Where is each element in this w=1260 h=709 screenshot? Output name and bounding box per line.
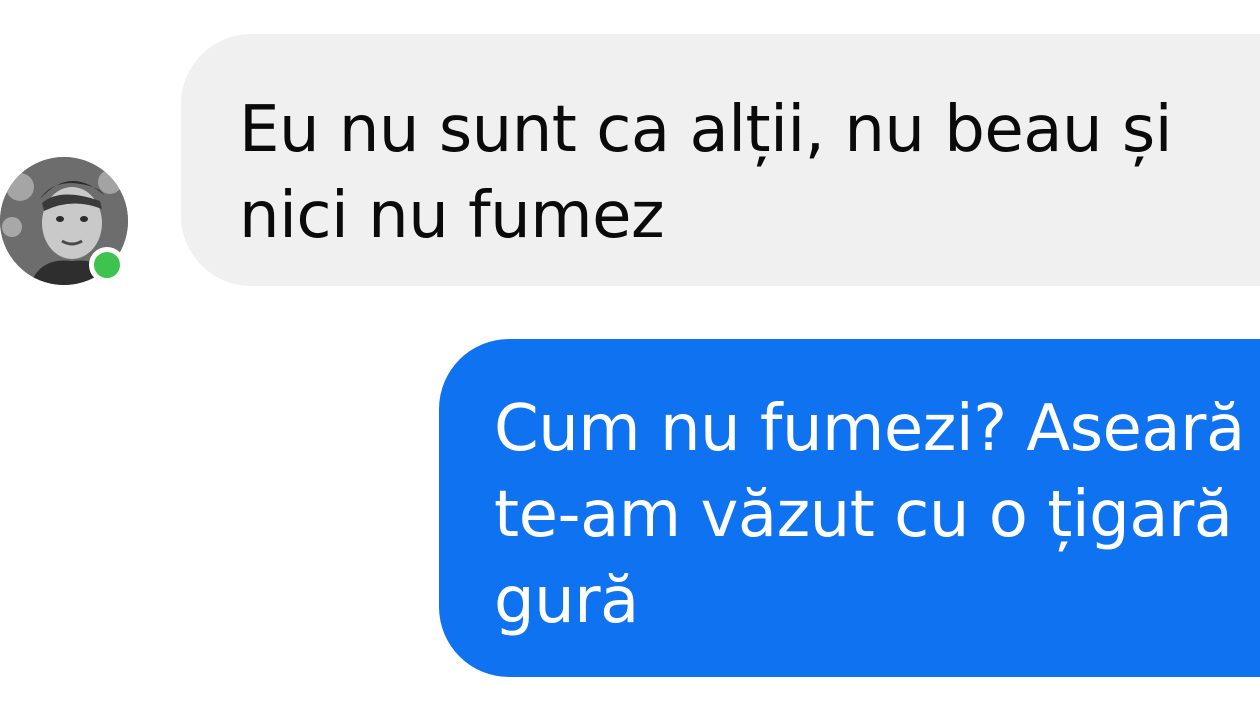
- outgoing-message-bubble[interactable]: Cum nu fumezi? Aseară te-am văzut cu o ț…: [439, 339, 1260, 677]
- incoming-message-line: Eu nu sunt ca alții, nu beau și: [239, 93, 1173, 167]
- incoming-message-line: nici nu fumez: [239, 179, 665, 253]
- outgoing-message-line: te-am văzut cu o țigară: [494, 478, 1233, 552]
- online-status-icon: [89, 247, 125, 283]
- outgoing-message-line: gură: [494, 564, 639, 638]
- chat-thread: Eu nu sunt ca alții, nu beau și nici nu …: [0, 0, 1260, 709]
- outgoing-message-line: Cum nu fumezi? Aseară: [494, 392, 1245, 466]
- incoming-message-bubble[interactable]: Eu nu sunt ca alții, nu beau și nici nu …: [181, 34, 1260, 286]
